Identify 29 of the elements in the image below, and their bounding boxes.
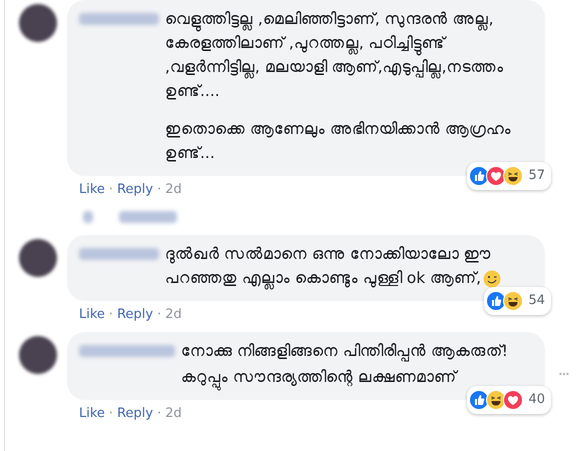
reaction-count: 54 [528, 292, 545, 310]
comment-text: ഇതൊക്കെ ആണേലും അഭിനയിക്കാൻ ആഗ്രഹം ഉണ്ട്... [165, 119, 511, 164]
reactions-pill[interactable]: 40 [467, 386, 551, 414]
comment-text: വെളുത്തിട്ടല്ല ,മെലിഞ്ഞിട്ടാണ്, സുന്ദരൻ അല്ല, കേരളത്തിലാണ് ,പുറത്തല്ല, പഠിച്ചിട്ടുണ്ട് ,വളർന്നിട്ടില്ല, മലയാളി ആണ്,എടുപ്പില്ല,നടത്തം ഉണ്ട്.... [165, 9, 504, 102]
separator-dot: · [157, 307, 162, 322]
action-link[interactable]: Reply [117, 406, 154, 421]
separator-dot: · [157, 406, 162, 421]
reactions-pill[interactable]: 57 [467, 162, 551, 190]
reply-arrow-blur [83, 211, 93, 223]
reaction-count: 57 [528, 167, 545, 185]
action-link[interactable]: Reply [117, 182, 154, 197]
timestamp-link[interactable]: 2d [165, 307, 182, 322]
action-link[interactable]: Reply [117, 307, 154, 322]
separator-dot: · [108, 307, 114, 322]
separator-dot: · [108, 406, 114, 421]
avatar[interactable] [19, 239, 57, 277]
reaction-count: 40 [528, 391, 545, 409]
avatar[interactable] [19, 336, 57, 374]
comment-text: നോക്കു നിങ്ങളിങ്ങനെ പിന്തിരിപ്പൻ ആകരുത്! [181, 341, 508, 364]
timestamp-link[interactable]: 2d [165, 406, 182, 421]
avatar[interactable] [19, 4, 57, 42]
timestamp-link[interactable]: 2d [165, 182, 182, 197]
reactions-pill[interactable]: 54 [484, 287, 551, 315]
action-link[interactable]: Like [79, 182, 105, 197]
separator-dot: · [108, 182, 114, 197]
comment-text: കറുപ്പും സൗന്ദര്യത്തിന്റെ ലക്ഷണമാണ് [181, 367, 456, 390]
separator-dot: · [157, 182, 162, 197]
action-link[interactable]: Like [79, 406, 105, 421]
action-link[interactable]: Like [79, 307, 105, 322]
